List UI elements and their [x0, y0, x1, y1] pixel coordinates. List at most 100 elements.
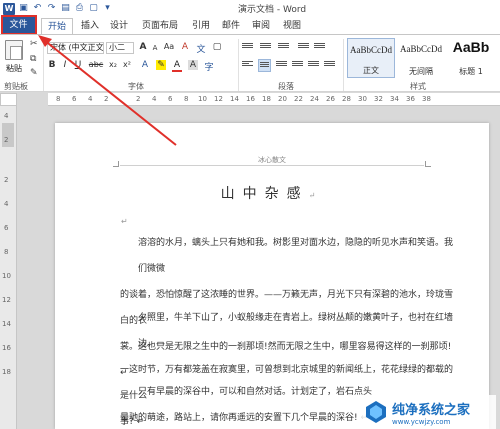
watermark: 纯净系统之家 www.ycwjzy.com [360, 395, 496, 429]
style-no-spacing[interactable]: AaBbCcDd 无间隔 [397, 38, 445, 78]
align-right-icon[interactable] [276, 61, 287, 70]
highlight-icon[interactable]: ✎ [156, 60, 166, 70]
group-divider [238, 39, 239, 91]
document-title: 山中杂感↵ [55, 183, 489, 203]
ruler-number: 2 [104, 95, 109, 103]
bullets-icon[interactable] [242, 43, 253, 52]
justify-icon[interactable] [292, 61, 303, 70]
superscript-button[interactable]: x² [121, 60, 133, 69]
ruler-number: 30 [358, 95, 367, 103]
ruler-number: 2 [136, 95, 141, 103]
ruler-number: 2 [4, 136, 9, 144]
ruler-number: 20 [278, 95, 287, 103]
phonetic-icon[interactable]: 字 [204, 60, 214, 73]
format-painter-icon[interactable]: ✎ [30, 68, 38, 78]
tab-view[interactable]: 视图 [283, 18, 301, 34]
clear-format-button[interactable]: A [180, 42, 190, 52]
char-border-icon[interactable]: ▢ [212, 42, 222, 52]
ruler-number: 12 [214, 95, 223, 103]
shrink-font-button[interactable]: A [150, 44, 160, 52]
title-bar: W ▣ ↶ ↷ ▤ ⎙ ▢ ▾ 演示文档 - Word [0, 0, 500, 17]
new-doc-icon[interactable]: ▢ [88, 0, 99, 17]
header-rule [120, 165, 424, 166]
page-header-text: 冰心散文 [258, 156, 286, 164]
redo-icon[interactable]: ↷ [46, 0, 57, 17]
ruler-number: 36 [406, 95, 415, 103]
cut-icon[interactable]: ✂ [30, 39, 38, 49]
decrease-indent-icon[interactable] [298, 43, 309, 52]
horizontal-ruler[interactable]: 8 6 4 2 2 4 6 8 10 12 14 16 18 20 22 24 … [48, 93, 500, 106]
paste-button-label[interactable]: 粘贴 [6, 63, 22, 74]
ruler-number: 6 [72, 95, 77, 103]
ruler-number: 24 [310, 95, 319, 103]
ruler-number: 26 [326, 95, 335, 103]
window-title: 演示文档 - Word [238, 5, 307, 15]
clipboard-group-label: 剪贴板 [4, 82, 28, 91]
ruler-number: 28 [342, 95, 351, 103]
underline-button[interactable]: U [73, 60, 83, 70]
print-icon[interactable]: ⎙ [74, 0, 85, 17]
wen-icon[interactable]: 文 [196, 42, 206, 55]
vertical-ruler[interactable]: 4 2 2 4 6 8 10 12 14 16 18 [0, 106, 17, 429]
line-spacing-icon[interactable] [324, 61, 335, 70]
ruler-number: 4 [152, 95, 157, 103]
ruler-number: 4 [4, 200, 9, 208]
font-name-select[interactable]: 宋体 (中文正文) [47, 42, 104, 54]
tab-insert[interactable]: 插入 [81, 18, 99, 34]
font-color-button[interactable]: A [172, 60, 182, 72]
ruler-number: 8 [4, 248, 9, 256]
paragraph-mark: ↵ [308, 191, 324, 200]
ruler-number: 16 [246, 95, 255, 103]
align-left-icon[interactable] [242, 61, 253, 70]
more-icon[interactable]: ▾ [102, 0, 113, 17]
grow-font-button[interactable]: A [138, 42, 148, 52]
tab-layout[interactable]: 页面布局 [142, 18, 178, 34]
ruler-number: 4 [88, 95, 93, 103]
ruler-number: 4 [4, 112, 9, 120]
style-heading-1[interactable]: AaBb 标题 1 [447, 38, 495, 78]
tab-references[interactable]: 引用 [192, 18, 210, 34]
text-line: 溶溶的水月，螭头上只有她和我。树影里对面水边，隐隐的听见水声和笑语。我们微微 [138, 238, 454, 274]
paste-icon[interactable] [5, 40, 23, 60]
word-logo-icon[interactable]: W [3, 2, 15, 15]
copy-icon[interactable]: ⧉ [30, 54, 36, 64]
subscript-button[interactable]: x₂ [107, 60, 119, 69]
font-group-label: 字体 [128, 82, 144, 91]
ruler-number: 18 [262, 95, 271, 103]
styles-gallery: AaBbCcDd 正文 AaBbCcDd 无间隔 AaBb 标题 1 [347, 38, 497, 78]
ribbon-home: 粘贴 ✂ ⧉ ✎ 剪贴板 宋体 (中文正文) 小二 A A Aa A 文 ▢ B… [0, 34, 500, 92]
strikethrough-button[interactable]: abc [88, 60, 104, 69]
paragraph-group-label: 段落 [278, 82, 294, 91]
document-page[interactable]: 冰心散文 山中杂感↵ ↵ 溶溶的水月，螭头上只有她和我。树影里对面水边，隐隐的听… [55, 123, 489, 429]
open-icon[interactable]: ▤ [60, 0, 71, 17]
tab-home[interactable]: 开始 [41, 18, 73, 34]
group-divider [43, 39, 44, 91]
multilevel-list-icon[interactable] [278, 43, 289, 52]
ruler-number: 6 [168, 95, 173, 103]
tab-selector[interactable] [0, 93, 17, 106]
distributed-icon[interactable] [308, 61, 319, 70]
style-normal[interactable]: AaBbCcDd 正文 [347, 38, 395, 78]
tab-review[interactable]: 审阅 [252, 18, 270, 34]
italic-button[interactable]: I [60, 60, 70, 70]
ruler-number: 14 [230, 95, 239, 103]
change-case-button[interactable]: Aa [162, 42, 176, 51]
styles-group-label: 样式 [410, 82, 426, 91]
justify-center-icon[interactable] [258, 59, 271, 72]
tab-mailings[interactable]: 邮件 [222, 18, 240, 34]
increase-indent-icon[interactable] [314, 43, 325, 52]
group-divider [343, 39, 344, 91]
ruler-number: 8 [184, 95, 189, 103]
char-shading-icon[interactable]: A [188, 60, 198, 70]
ribbon-tab-bar: 文件 开始 插入 设计 页面布局 引用 邮件 审阅 视图 [0, 17, 500, 35]
ruler-number: 16 [2, 344, 11, 352]
text-line: 夕照里，牛羊下山了，小蚁般缘走在青岩上。绿树丛颠的嫩黄叶子，也衬在红墙边。— [138, 313, 454, 349]
watermark-text: 纯净系统之家 www.ycwjzy.com [392, 399, 470, 426]
text-effects-icon[interactable]: A [140, 60, 150, 70]
numbering-icon[interactable] [260, 43, 271, 52]
tab-design[interactable]: 设计 [110, 18, 128, 34]
watermark-url: www.ycwjzy.com [392, 417, 451, 426]
bold-button[interactable]: B [47, 60, 57, 70]
ruler-number: 6 [4, 224, 9, 232]
font-size-select[interactable]: 小二 [106, 42, 134, 54]
